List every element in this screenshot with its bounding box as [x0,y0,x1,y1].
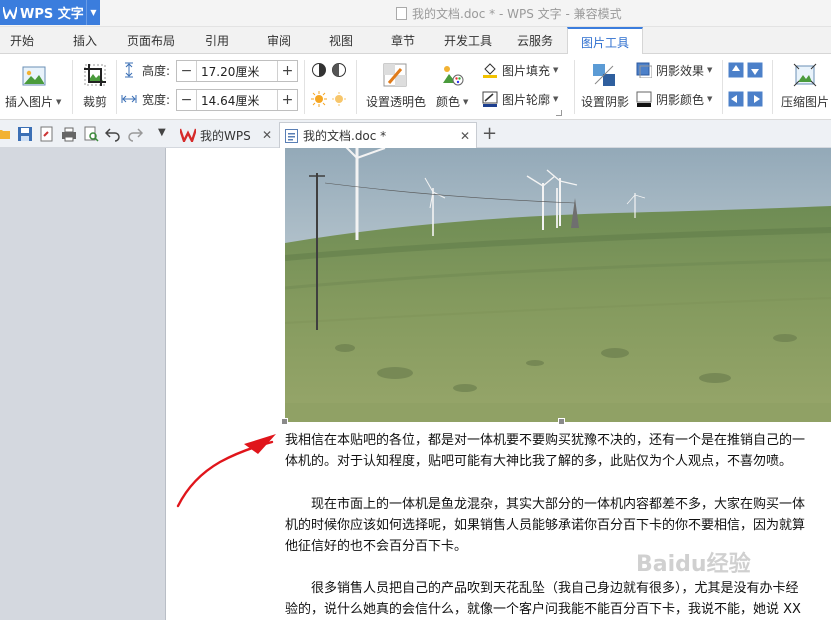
tab-view[interactable]: 视图 [329,27,353,54]
quick-access-dropdown-icon[interactable]: ▼ [158,127,166,138]
brightness-increase-icon[interactable] [311,91,327,107]
transparent-color-icon [383,63,407,87]
crop-button[interactable]: 裁剪 [78,60,114,114]
tab-home[interactable]: 开始 [10,27,34,54]
set-shadow-button[interactable]: 设置阴影 [578,60,632,114]
nudge-shadow-down-icon[interactable] [747,62,763,78]
nudge-shadow-right-icon[interactable] [747,91,763,107]
print-preview-icon[interactable] [83,126,99,142]
shadow-effect-icon [636,62,652,78]
brightness-decrease-icon[interactable] [331,91,347,107]
picture-icon [22,66,46,86]
shadow-effect-button[interactable]: 阴影效果 ▼ [636,61,712,79]
set-transparent-color-button[interactable]: 设置透明色 [362,60,430,114]
menu-bar: 开始 插入 页面布局 引用 审阅 视图 章节 开发工具 云服务 图片工具 [0,27,831,55]
quick-access-bar: ▼ 我的WPS ✕ 我的文档.doc * ✕ + [0,120,831,148]
tab-insert[interactable]: 插入 [73,27,97,54]
app-menu-button[interactable]: WPS 文字 ▼ [0,0,100,25]
paragraph-3[interactable]: 很多销售人员把自己的产品吹到天花乱坠（我自己身边就有很多），尤其是没有办卡经 验… [285,578,801,620]
app-name: WPS 文字 [20,7,84,22]
shadow-icon [593,64,615,86]
tab-chapter[interactable]: 章节 [391,27,415,54]
resize-handle-bottom-left[interactable] [281,418,288,425]
nudge-shadow-left-icon[interactable] [728,91,744,107]
tab-developer[interactable]: 开发工具 [444,27,492,54]
tab-references[interactable]: 引用 [205,27,229,54]
contrast-increase-icon[interactable] [311,62,327,78]
grassland-wind-turbines-image [285,148,831,422]
width-input[interactable]: 14.64厘米 [197,90,277,110]
tab-my-wps[interactable]: 我的WPS ✕ [174,122,278,148]
chevron-down-icon[interactable]: ▼ [86,0,100,25]
picture-outline-button[interactable]: 图片轮廓 ▼ [482,90,558,108]
width-increase-button[interactable]: + [277,90,297,110]
paint-bucket-icon [483,63,497,78]
pen-outline-icon [482,91,498,107]
tab-cloud[interactable]: 云服务 [517,27,553,54]
paragraph-1[interactable]: 我相信在本贴吧的各位，都是对一体机要不要购买犹豫不决的，还有一个是在推销自己的一… [285,430,805,472]
width-decrease-button[interactable]: − [177,90,197,110]
color-palette-icon [443,66,464,86]
width-label: 宽度: [142,92,171,107]
height-label: 高度: [142,63,171,78]
height-increase-button[interactable]: + [277,61,297,81]
resize-handle-bottom-middle[interactable] [558,418,565,425]
new-tab-plus-icon[interactable]: + [482,123,497,144]
title-bar: WPS 文字 ▼ 我的文档.doc * - WPS 文字 - 兼容模式 [0,0,831,27]
save-icon[interactable] [17,126,33,142]
width-icon [121,95,137,103]
tab-picture-tools[interactable]: 图片工具 [567,27,643,55]
tab-my-document[interactable]: 我的文档.doc * ✕ [279,122,477,148]
close-icon[interactable]: ✕ [460,129,470,143]
compress-picture-button[interactable]: 压缩图片 [778,60,831,114]
wps-brand-icon [180,128,196,142]
tab-review[interactable]: 审阅 [267,27,291,54]
open-folder-icon[interactable] [0,126,12,142]
export-pdf-icon[interactable] [39,126,55,142]
shadow-color-icon [636,91,652,107]
redo-icon[interactable] [127,126,143,142]
red-arrow-annotation [176,434,276,508]
ribbon: 插入图片 ▼ 裁剪 高度: − 17.20厘米 + 宽度: − 14.64厘米 + [0,54,831,120]
window-title: 我的文档.doc * - WPS 文字 - 兼容模式 [396,4,622,22]
nudge-shadow-up-icon[interactable] [728,62,744,78]
close-icon[interactable]: ✕ [262,128,272,142]
height-decrease-button[interactable]: − [177,61,197,81]
height-icon [125,62,133,78]
wps-logo-icon [3,6,17,20]
undo-icon[interactable] [105,126,121,142]
word-document-icon [285,128,298,143]
color-button[interactable]: 颜色 ▼ [432,60,474,114]
print-icon[interactable] [61,126,77,142]
height-input[interactable]: 17.20厘米 [197,61,277,81]
crop-icon [84,64,106,86]
inserted-picture[interactable] [285,148,831,422]
shadow-color-button[interactable]: 阴影颜色 ▼ [636,90,712,108]
contrast-decrease-icon[interactable] [331,62,347,78]
insert-picture-button[interactable]: 插入图片 ▼ [2,60,66,114]
dialog-launcher-icon[interactable] [556,110,562,116]
height-stepper[interactable]: − 17.20厘米 + [176,60,298,82]
document-icon [396,6,407,20]
baidu-watermark: Baidu经验 [636,552,751,577]
width-stepper[interactable]: − 14.64厘米 + [176,89,298,111]
tab-page-layout[interactable]: 页面布局 [127,27,175,54]
picture-fill-button[interactable]: 图片填充 ▼ [482,61,558,79]
compress-icon [793,63,817,87]
